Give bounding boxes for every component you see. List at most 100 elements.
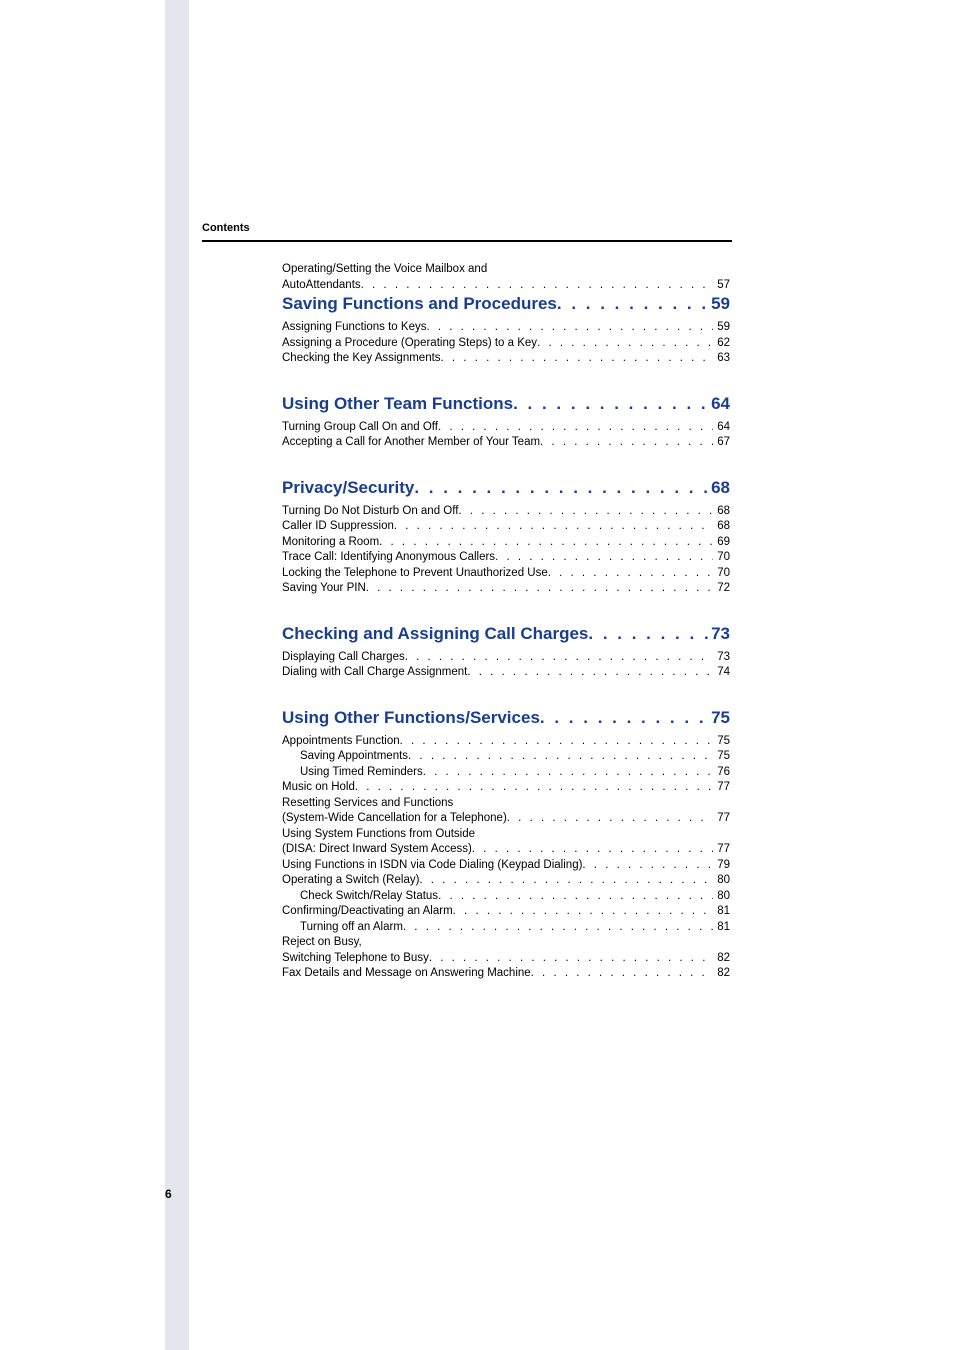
entry-title: Assigning Functions to Keys [282,320,426,336]
entry-title: Turning Group Call On and Off [282,420,438,436]
entry-page: 67 [713,435,730,451]
entry-title: Dialing with Call Charge Assignment [282,665,467,681]
toc-entry[interactable]: Operating a Switch (Relay) . . . . . . .… [282,873,730,889]
toc-entry[interactable]: Check Switch/Relay Status . . . . . . . … [282,889,730,905]
section-title: Using Other Team Functions [282,393,513,415]
entry-title: Operating a Switch (Relay) [282,873,419,889]
entry-page: 77 [713,811,730,827]
entry-page: 59 [713,320,730,336]
leader-dots: . . . . . . . . . . . . . . . . . . . . … [355,780,713,796]
toc-entry[interactable]: Trace Call: Identifying Anonymous Caller… [282,550,730,566]
entry-page: 72 [713,581,730,597]
entry-page: 62 [713,336,730,352]
entry-page: 80 [713,873,730,889]
entry-title: Displaying Call Charges [282,650,405,666]
entry-page: 79 [713,858,730,874]
section-page: 73 [711,623,730,645]
section-page: 59 [711,293,730,315]
section-heading[interactable]: Checking and Assigning Call Charges . . … [282,623,730,645]
header-rule [202,240,732,242]
toc-entry[interactable]: Saving Your PIN . . . . . . . . . . . . … [282,581,730,597]
entry-page: 68 [713,504,730,520]
entry-title: Fax Details and Message on Answering Mac… [282,966,531,982]
sidebar-stripe [165,0,189,1350]
toc-entry[interactable]: Switching Telephone to Busy . . . . . . … [282,951,730,967]
leader-dots: . . . . . . . . . . . . . . . . . . . . … [438,420,713,436]
toc-entry[interactable]: Dialing with Call Charge Assignment . . … [282,665,730,681]
entry-title: Saving Your PIN [282,581,366,597]
toc-entry[interactable]: Music on Hold . . . . . . . . . . . . . … [282,780,730,796]
entry-title: Using Functions in ISDN via Code Dialing… [282,858,582,874]
leader-dots: . . . . . . . . . . . . . . . . . . . . … [394,519,713,535]
section-page: 68 [711,477,730,499]
leader-dots: . . . . . . . . . . . . . . . . . . . . … [403,920,713,936]
toc-entry[interactable]: Using Functions in ISDN via Code Dialing… [282,858,730,874]
toc-entry[interactable]: Confirming/Deactivating an Alarm . . . .… [282,904,730,920]
toc-entry[interactable]: Appointments Function . . . . . . . . . … [282,734,730,750]
entry-title: Switching Telephone to Busy [282,951,429,967]
toc-entry[interactable]: Fax Details and Message on Answering Mac… [282,966,730,982]
toc-entry[interactable]: Accepting a Call for Another Member of Y… [282,435,730,451]
section-heading[interactable]: Privacy/Security . . . . . . . . . . . .… [282,477,730,499]
leader-dots: . . . . . . . . . . . . . . . . . . . . … [438,889,713,905]
leader-dots: . . . . . . . . . . . . . . . . . . . . … [453,904,714,920]
entry-page: 80 [713,889,730,905]
toc-section: Using Other Team Functions . . . . . . .… [282,393,730,451]
toc-section: Privacy/Security . . . . . . . . . . . .… [282,477,730,597]
entry-page: 77 [713,780,730,796]
toc-entry[interactable]: Turning Do Not Disturb On and Off . . . … [282,504,730,520]
toc-entry[interactable]: AutoAttendants . . . . . . . . . . . . .… [282,278,730,294]
entry-title: Checking the Key Assignments [282,351,441,367]
entry-page: 64 [713,420,730,436]
page-number: 6 [165,1187,172,1201]
leader-dots: . . . . . . . . . . . . . . . . . . . . … [472,842,713,858]
toc-entry[interactable]: Using Timed Reminders . . . . . . . . . … [282,765,730,781]
toc-entry[interactable]: Caller ID Suppression . . . . . . . . . … [282,519,730,535]
entry-page: 69 [713,535,730,551]
entry-page: 81 [713,904,730,920]
leader-dots: . . . . . . . . . . . . . . . . . . . . … [540,707,711,729]
section-heading[interactable]: Saving Functions and Procedures . . . . … [282,293,730,315]
entry-wrap-line: Resetting Services and Functions [282,796,730,812]
entry-title: Locking the Telephone to Prevent Unautho… [282,566,548,582]
section-title: Using Other Functions/Services [282,707,540,729]
leader-dots: . . . . . . . . . . . . . . . . . . . . … [540,435,713,451]
section-heading[interactable]: Using Other Team Functions . . . . . . .… [282,393,730,415]
toc-entry[interactable]: Turning Group Call On and Off . . . . . … [282,420,730,436]
toc-entry[interactable]: Turning off an Alarm . . . . . . . . . .… [282,920,730,936]
entry-page: 75 [713,749,730,765]
section-heading[interactable]: Using Other Functions/Services . . . . .… [282,707,730,729]
entry-page: 77 [713,842,730,858]
toc-entry[interactable]: Checking the Key Assignments . . . . . .… [282,351,730,367]
entry-title: Turning off an Alarm [282,920,403,936]
leader-dots: . . . . . . . . . . . . . . . . . . . . … [419,873,713,889]
section-page: 64 [711,393,730,415]
entry-title: Turning Do Not Disturb On and Off [282,504,458,520]
entry-wrap-line: Using System Functions from Outside [282,827,730,843]
leader-dots: . . . . . . . . . . . . . . . . . . . . … [379,535,713,551]
leader-dots: . . . . . . . . . . . . . . . . . . . . … [582,858,713,874]
section-title: Saving Functions and Procedures [282,293,557,315]
toc-entry[interactable]: Assigning a Procedure (Operating Steps) … [282,336,730,352]
leader-dots: . . . . . . . . . . . . . . . . . . . . … [361,278,714,294]
leader-dots: . . . . . . . . . . . . . . . . . . . . … [426,320,713,336]
entry-title: (System-Wide Cancellation for a Telephon… [282,811,507,827]
toc-entry[interactable]: (DISA: Direct Inward System Access) . . … [282,842,730,858]
toc-section: Using Other Functions/Services . . . . .… [282,707,730,982]
toc-entry[interactable]: Displaying Call Charges . . . . . . . . … [282,650,730,666]
toc-entry[interactable]: Saving Appointments . . . . . . . . . . … [282,749,730,765]
toc-entry[interactable]: Assigning Functions to Keys . . . . . . … [282,320,730,336]
entry-title: Saving Appointments [282,749,408,765]
entry-page: 63 [713,351,730,367]
leader-dots: . . . . . . . . . . . . . . . . . . . . … [366,581,713,597]
toc-entry[interactable]: Monitoring a Room . . . . . . . . . . . … [282,535,730,551]
leader-dots: . . . . . . . . . . . . . . . . . . . . … [405,650,713,666]
entry-page: 68 [713,519,730,535]
section-page: 75 [711,707,730,729]
section-title: Privacy/Security [282,477,414,499]
intro-wrap-line: Operating/Setting the Voice Mailbox and [282,262,730,278]
leader-dots: . . . . . . . . . . . . . . . . . . . . … [400,734,714,750]
toc-entry[interactable]: Locking the Telephone to Prevent Unautho… [282,566,730,582]
entry-page: 57 [713,278,730,294]
toc-entry[interactable]: (System-Wide Cancellation for a Telephon… [282,811,730,827]
